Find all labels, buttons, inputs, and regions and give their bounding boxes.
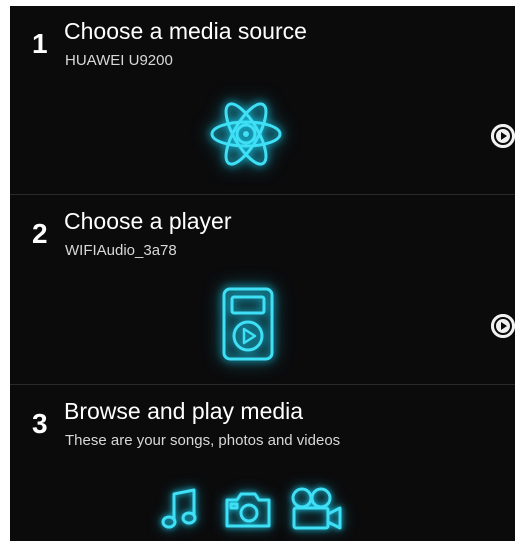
step-title: Choose a media source [64, 18, 307, 44]
app-screen: 1 Choose a media source HUAWEI U9200 2 C… [10, 6, 515, 541]
selected-media-source: HUAWEI U9200 [65, 52, 173, 69]
video-camera-icon[interactable] [288, 486, 344, 532]
selected-player: WIFIAudio_3a78 [65, 242, 177, 259]
media-player-icon[interactable] [220, 286, 276, 362]
step-number: 1 [32, 28, 48, 59]
atom-icon[interactable] [206, 99, 286, 169]
camera-icon[interactable] [223, 486, 273, 532]
choose-source-arrow-button[interactable] [491, 124, 515, 148]
music-note-icon[interactable] [160, 486, 200, 532]
step-number: 3 [32, 408, 48, 439]
step-choose-player[interactable]: 2 Choose a player WIFIAudio_3a78 [10, 196, 515, 386]
step-title: Browse and play media [64, 398, 304, 424]
play-arrow-icon [491, 314, 515, 338]
step-choose-media-source[interactable]: 1 Choose a media source HUAWEI U9200 [10, 6, 515, 196]
step-title: Choose a player [64, 208, 232, 234]
divider [10, 194, 515, 195]
media-type-icons [160, 486, 350, 536]
play-arrow-icon [491, 124, 515, 148]
divider [10, 384, 515, 385]
step-browse-media: 3 Browse and play media These are your s… [10, 386, 515, 541]
step-number: 2 [32, 218, 48, 249]
step-description: These are your songs, photos and videos [65, 432, 341, 449]
choose-player-arrow-button[interactable] [491, 314, 515, 338]
